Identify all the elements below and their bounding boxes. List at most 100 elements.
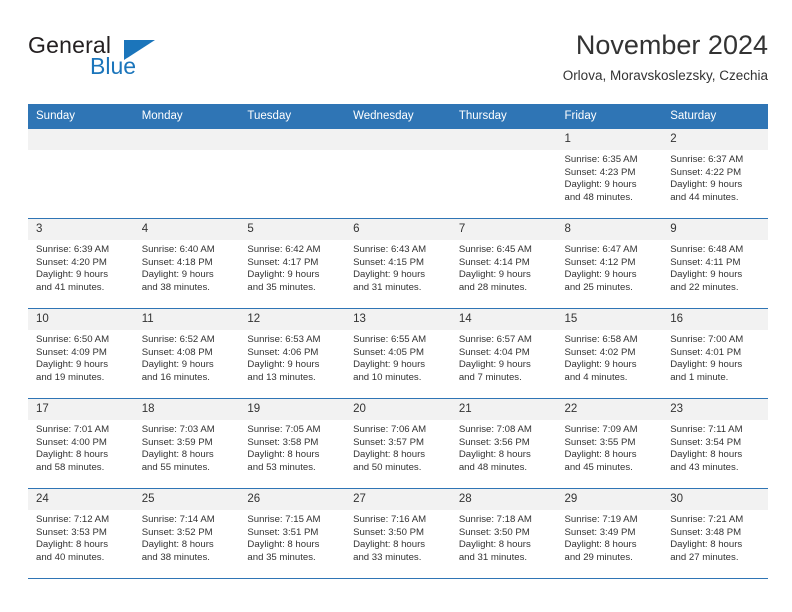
day-number: 23 [662, 399, 768, 420]
daylight-text-line2: and 58 minutes. [36, 461, 105, 473]
daylight-text-line1: Daylight: 9 hours [247, 359, 320, 371]
weekday-header-sunday: Sunday [28, 104, 134, 129]
daylight-text-line2: and 28 minutes. [458, 281, 528, 293]
calendar-day-cell[interactable]: 30 Sunrise: 7:21 AM Sunset: 3:48 PM Dayligh… [662, 488, 768, 578]
calendar-day-cell[interactable]: 7 Sunrise: 6:45 AM Sunset: 4:14 PM Daylight… [450, 218, 557, 309]
weekday-header-saturday: Saturday [662, 104, 768, 129]
calendar-day-cell[interactable]: 2 Sunrise: 6:37 AM Sunset: 4:22 PM Daylight… [662, 129, 768, 219]
day-number: 18 [133, 399, 240, 420]
calendar-day-cell[interactable]: 18 Sunrise: 7:03 AM Sunset: 3:59 PM Dayligh… [133, 398, 240, 489]
calendar-day-cell[interactable]: 24 Sunrise: 7:12 AM Sunset: 3:53 PM Dayligh… [28, 488, 134, 578]
calendar-day-cell[interactable]: 20 Sunrise: 7:06 AM Sunset: 3:57 PM Dayligh… [345, 398, 451, 489]
day-details: Sunrise: 7:00 AM Sunset: 4:01 PM Daylight:… [662, 330, 768, 384]
weekday-header-wednesday: Wednesday [345, 104, 451, 129]
daylight-text-line2: and 38 minutes. [141, 551, 210, 563]
sunrise-text: Sunrise: 7:00 AM [670, 334, 744, 345]
calendar-day-cell[interactable]: 5 Sunrise: 6:42 AM Sunset: 4:17 PM Daylight… [239, 218, 346, 309]
sunset-text: Sunset: 3:55 PM [564, 436, 636, 448]
sunset-text: Sunset: 4:00 PM [36, 436, 107, 448]
general-blue-logo[interactable]: General Blue [28, 32, 218, 88]
calendar-day-cell[interactable]: 14 Sunrise: 6:57 AM Sunset: 4:04 PM Dayligh… [450, 308, 557, 399]
sunrise-text: Sunrise: 7:01 AM [36, 424, 110, 435]
calendar-header-row: Sunday Monday Tuesday Wednesday Thursday… [28, 104, 768, 129]
day-number: 13 [345, 309, 451, 330]
weekday-header-thursday: Thursday [450, 104, 557, 129]
day-number [239, 129, 346, 150]
weekday-header-monday: Monday [133, 104, 240, 129]
day-details: Sunrise: 7:01 AM Sunset: 4:00 PM Daylight:… [28, 420, 134, 474]
daylight-text-line2: and 19 minutes. [36, 371, 105, 383]
daylight-text-line1: Daylight: 9 hours [564, 269, 637, 281]
daylight-text-line1: Daylight: 9 hours [353, 269, 426, 281]
day-details: Sunrise: 6:48 AM Sunset: 4:11 PM Daylight:… [662, 240, 768, 294]
calendar-day-cell[interactable]: 4 Sunrise: 6:40 AM Sunset: 4:18 PM Daylight… [133, 218, 240, 309]
sunset-text: Sunset: 3:48 PM [670, 526, 742, 538]
day-number: 21 [450, 399, 557, 420]
daylight-text-line1: Daylight: 8 hours [670, 539, 743, 551]
daylight-text-line1: Daylight: 8 hours [564, 539, 637, 551]
daylight-text-line2: and 43 minutes. [670, 461, 739, 473]
daylight-text-line2: and 31 minutes. [353, 281, 422, 293]
day-details: Sunrise: 6:55 AM Sunset: 4:05 PM Daylight:… [345, 330, 451, 384]
calendar-day-cell[interactable]: 16 Sunrise: 7:00 AM Sunset: 4:01 PM Dayligh… [662, 308, 768, 399]
calendar-day-cell[interactable]: 9 Sunrise: 6:48 AM Sunset: 4:11 PM Daylight… [662, 218, 768, 309]
page-header: General Blue November 2024 Orlova, Morav… [28, 28, 768, 96]
day-number: 24 [28, 489, 134, 510]
calendar-day-cell[interactable]: 23 Sunrise: 7:11 AM Sunset: 3:54 PM Dayligh… [662, 398, 768, 489]
calendar-day-cell[interactable]: 13 Sunrise: 6:55 AM Sunset: 4:05 PM Dayligh… [345, 308, 451, 399]
day-details: Sunrise: 7:12 AM Sunset: 3:53 PM Daylight:… [28, 510, 134, 564]
sunrise-text: Sunrise: 7:12 AM [36, 514, 110, 525]
calendar-table: Sunday Monday Tuesday Wednesday Thursday… [28, 104, 768, 578]
day-number: 16 [662, 309, 768, 330]
calendar-day-cell[interactable]: 21 Sunrise: 7:08 AM Sunset: 3:56 PM Dayligh… [450, 398, 557, 489]
daylight-text-line2: and 31 minutes. [458, 551, 528, 563]
calendar-day-cell[interactable]: 15 Sunrise: 6:58 AM Sunset: 4:02 PM Dayligh… [556, 308, 663, 399]
sunrise-text: Sunrise: 6:47 AM [564, 244, 638, 255]
calendar-day-cell[interactable]: 22 Sunrise: 7:09 AM Sunset: 3:55 PM Dayligh… [556, 398, 663, 489]
calendar-day-cell[interactable]: 11 Sunrise: 6:52 AM Sunset: 4:08 PM Dayligh… [133, 308, 240, 399]
day-details: Sunrise: 7:11 AM Sunset: 3:54 PM Daylight:… [662, 420, 768, 474]
daylight-text-line1: Daylight: 9 hours [36, 359, 108, 371]
daylight-text-line2: and 48 minutes. [458, 461, 528, 473]
day-number: 22 [556, 399, 663, 420]
daylight-text-line1: Daylight: 8 hours [36, 449, 108, 461]
daylight-text-line2: and 41 minutes. [36, 281, 105, 293]
day-details [28, 150, 134, 154]
weekday-header-tuesday: Tuesday [239, 104, 346, 129]
calendar-day-cell[interactable]: 12 Sunrise: 6:53 AM Sunset: 4:06 PM Dayligh… [239, 308, 346, 399]
daylight-text-line1: Daylight: 9 hours [670, 359, 743, 371]
calendar-day-cell-empty [239, 129, 346, 219]
daylight-text-line1: Daylight: 9 hours [564, 179, 637, 191]
calendar-day-cell[interactable]: 3 Sunrise: 6:39 AM Sunset: 4:20 PM Daylight… [28, 218, 134, 309]
sunset-text: Sunset: 4:01 PM [670, 346, 742, 358]
sunset-text: Sunset: 3:54 PM [670, 436, 742, 448]
calendar-day-cell[interactable]: 6 Sunrise: 6:43 AM Sunset: 4:15 PM Daylight… [345, 218, 451, 309]
calendar-day-cell[interactable]: 17 Sunrise: 7:01 AM Sunset: 4:00 PM Dayligh… [28, 398, 134, 489]
calendar-day-cell[interactable]: 1 Sunrise: 6:35 AM Sunset: 4:23 PM Daylight… [556, 129, 663, 219]
daylight-text-line1: Daylight: 9 hours [458, 269, 531, 281]
calendar-day-cell[interactable]: 25 Sunrise: 7:14 AM Sunset: 3:52 PM Dayligh… [133, 488, 240, 578]
sunrise-text: Sunrise: 7:16 AM [353, 514, 427, 525]
daylight-text-line1: Daylight: 9 hours [247, 269, 320, 281]
day-details [134, 150, 240, 154]
daylight-text-line1: Daylight: 8 hours [458, 449, 531, 461]
day-number: 14 [450, 309, 557, 330]
daylight-text-line2: and 35 minutes. [247, 281, 316, 293]
calendar-day-cell[interactable]: 8 Sunrise: 6:47 AM Sunset: 4:12 PM Daylight… [556, 218, 663, 309]
weekday-header-row: Sunday Monday Tuesday Wednesday Thursday… [28, 104, 768, 129]
calendar-day-cell[interactable]: 26 Sunrise: 7:15 AM Sunset: 3:51 PM Dayligh… [239, 488, 346, 578]
calendar-day-cell[interactable]: 28 Sunrise: 7:18 AM Sunset: 3:50 PM Dayligh… [450, 488, 557, 578]
day-number: 7 [450, 219, 557, 240]
calendar-day-cell[interactable]: 19 Sunrise: 7:05 AM Sunset: 3:58 PM Dayligh… [239, 398, 346, 489]
calendar-day-cell[interactable]: 29 Sunrise: 7:19 AM Sunset: 3:49 PM Dayligh… [556, 488, 663, 578]
title-block: November 2024 Orlova, Moravskoslezsky, C… [563, 28, 768, 86]
sunrise-text: Sunrise: 7:09 AM [564, 424, 638, 435]
daylight-text-line1: Daylight: 8 hours [353, 449, 426, 461]
sunrise-text: Sunrise: 7:08 AM [458, 424, 532, 435]
sunset-text: Sunset: 4:18 PM [141, 256, 213, 268]
calendar-day-cell[interactable]: 27 Sunrise: 7:16 AM Sunset: 3:50 PM Dayligh… [345, 488, 451, 578]
calendar-week-row: 3 Sunrise: 6:39 AM Sunset: 4:20 PM Daylight… [28, 218, 768, 309]
daylight-text-line2: and 10 minutes. [353, 371, 422, 383]
daylight-text-line1: Daylight: 8 hours [564, 449, 637, 461]
calendar-day-cell[interactable]: 10 Sunrise: 6:50 AM Sunset: 4:09 PM Dayligh… [28, 308, 134, 399]
